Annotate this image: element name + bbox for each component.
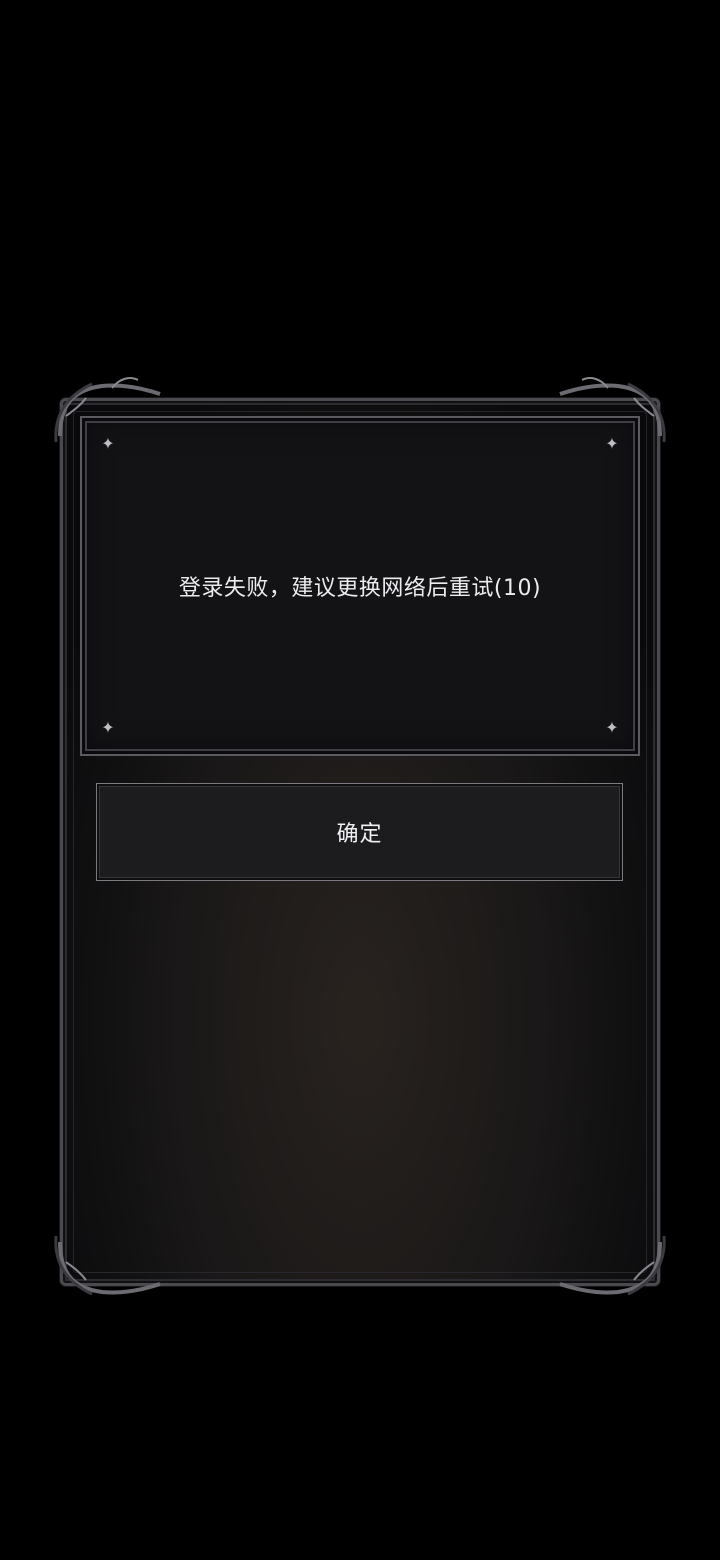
sparkle-icon: ✦ [605,718,619,737]
error-message: 登录失败，建议更换网络后重试(10) [178,576,542,601]
screen: ✦ ✦ ✦ ✦ 登录失败，建议更换网络后重试(10) 确定 [0,0,720,1560]
ornament-bottom-right-icon [559,1235,666,1296]
sparkle-icon: ✦ [101,718,115,737]
sparkle-icon: ✦ [101,434,115,453]
ornament-bottom-left-icon [54,1235,161,1296]
message-panel: ✦ ✦ ✦ ✦ 登录失败，建议更换网络后重试(10) [80,416,640,756]
confirm-button-label: 确定 [336,822,383,847]
sparkle-icon: ✦ [605,434,619,453]
confirm-button[interactable]: 确定 [96,783,623,881]
